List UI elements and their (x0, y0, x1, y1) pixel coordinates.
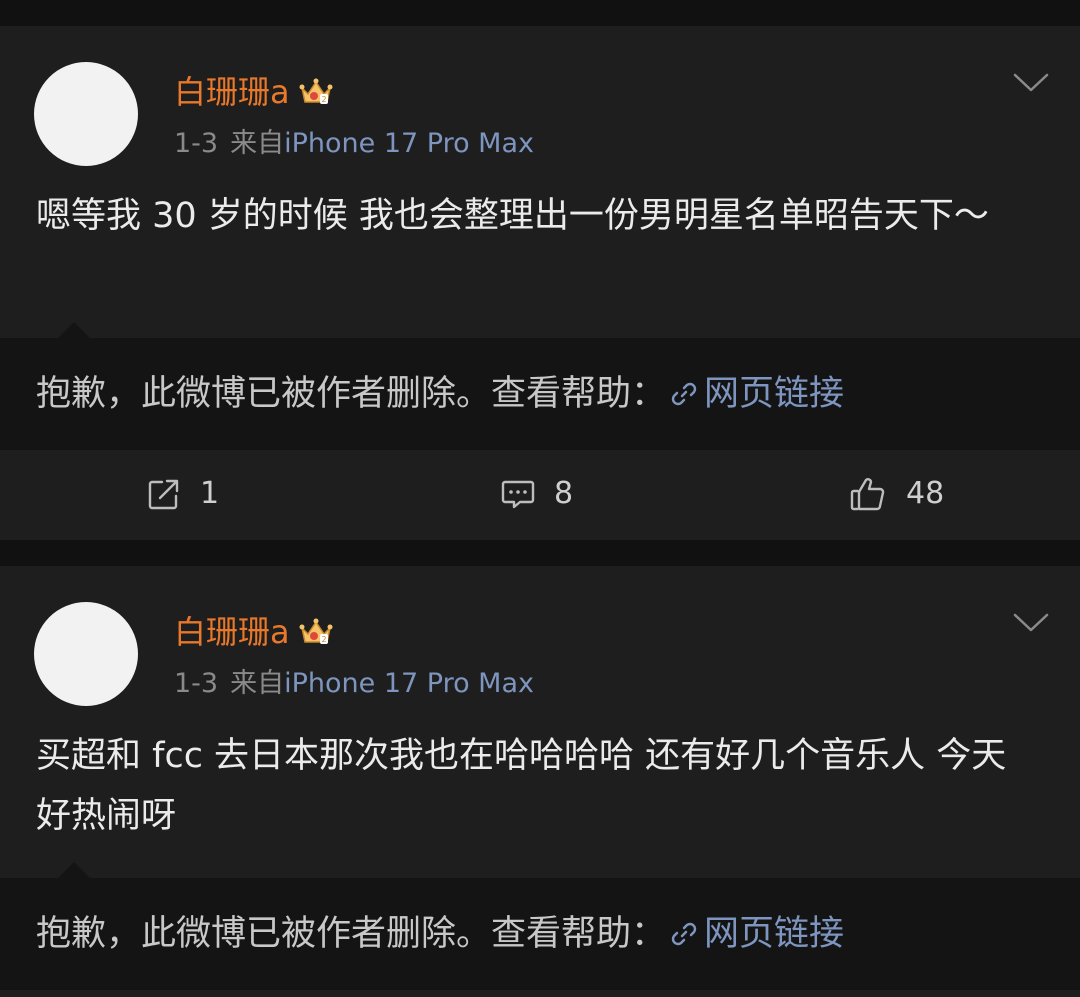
like-button[interactable]: 48 (848, 456, 944, 532)
deleted-notice-row: 抱歉，此微博已被作者删除。查看帮助： 网页链接 (36, 910, 844, 958)
username-row: 白珊珊a 2 (174, 610, 334, 654)
deleted-notice: 抱歉，此微博已被作者删除。查看帮助： (36, 914, 667, 954)
svg-text:2: 2 (321, 635, 326, 644)
chevron-down-icon[interactable] (1012, 70, 1050, 96)
post-date: 1-3 (174, 128, 219, 159)
deleted-notice: 抱歉，此微博已被作者删除。查看帮助： (36, 374, 667, 414)
post-meta: 1-3 来自iPhone 17 Pro Max (174, 664, 534, 704)
link-icon (671, 922, 697, 946)
help-link[interactable]: 网页链接 (666, 370, 844, 418)
quote-notch (58, 322, 90, 338)
username-row: 白珊珊a 2 (174, 70, 334, 114)
svg-text:2: 2 (321, 95, 326, 104)
device-link[interactable]: iPhone 17 Pro Max (284, 128, 534, 159)
deleted-repost-box[interactable]: 抱歉，此微博已被作者删除。查看帮助： 网页链接 (0, 322, 1080, 450)
username[interactable]: 白珊珊a (174, 70, 290, 114)
device-link[interactable]: iPhone 17 Pro Max (284, 668, 534, 699)
source-label: 来自 (230, 668, 285, 699)
deleted-repost-box[interactable]: 抱歉，此微博已被作者删除。查看帮助： 网页链接 (0, 862, 1080, 990)
thumbs-up-icon (850, 478, 885, 511)
comment-count: 8 (554, 476, 574, 511)
help-link-label: 网页链接 (704, 914, 845, 954)
weibo-post-card: 白珊珊a 2 1-3 来自iPhone 17 Pro Max 嗯等我 30 岁的时… (0, 26, 1080, 540)
comment-icon (501, 480, 535, 509)
username[interactable]: 白珊珊a (174, 610, 290, 654)
repost-button[interactable]: 1 (146, 456, 219, 532)
post-meta: 1-3 来自iPhone 17 Pro Max (174, 124, 534, 164)
crown-badge-icon: 2 (299, 618, 333, 644)
avatar[interactable] (34, 62, 138, 166)
post-content: 嗯等我 30 岁的时候 我也会整理出一份男明星名单昭告天下～ (36, 196, 989, 236)
help-link-label: 网页链接 (704, 374, 845, 414)
action-bar: 1 8 48 (0, 456, 1080, 532)
weibo-post-card: 白珊珊a 2 1-3 来自iPhone 17 Pro Max 买超和 fcc 去日… (0, 566, 1080, 997)
avatar[interactable] (34, 602, 138, 706)
source-label: 来自 (230, 128, 285, 159)
repost-icon (148, 479, 179, 510)
quote-notch (58, 862, 90, 878)
repost-count: 1 (200, 476, 220, 511)
comment-button[interactable]: 8 (500, 456, 573, 532)
deleted-notice-row: 抱歉，此微博已被作者删除。查看帮助： 网页链接 (36, 370, 844, 418)
like-count: 48 (906, 476, 945, 511)
post-date: 1-3 (174, 668, 219, 699)
crown-badge-icon: 2 (299, 78, 333, 104)
link-icon (671, 382, 697, 406)
chevron-down-icon[interactable] (1012, 610, 1050, 636)
help-link[interactable]: 网页链接 (666, 910, 844, 958)
post-content: 买超和 fcc 去日本那次我也在哈哈哈哈 还有好几个音乐人 今天好热闹呀 (36, 736, 1007, 836)
